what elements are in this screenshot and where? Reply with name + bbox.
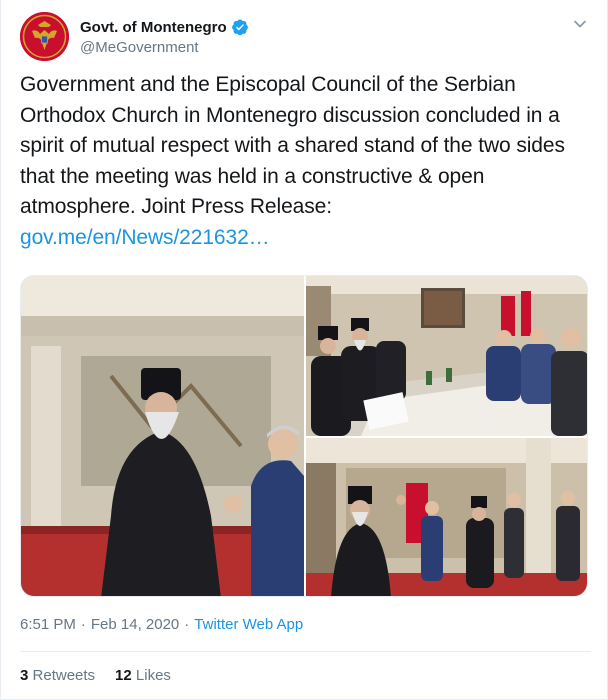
likes-count: 12 (115, 667, 132, 684)
meta-separator: · (80, 616, 86, 633)
tweet-text: Government and the Episcopal Council of … (20, 70, 595, 253)
coat-of-arms-icon (20, 12, 69, 61)
avatar[interactable] (20, 12, 69, 61)
chevron-down-icon[interactable] (570, 14, 590, 34)
retweets-stat[interactable]: 3 Retweets (20, 667, 95, 684)
tweet-card: Govt. of Montenegro @MeGovernment Govern… (0, 0, 608, 700)
photo-handshake[interactable] (21, 276, 304, 596)
tweet-link[interactable]: gov.me/en/News/221632… (20, 223, 595, 254)
photo-meeting-table[interactable] (306, 276, 587, 436)
likes-label: Likes (135, 667, 171, 684)
display-name[interactable]: Govt. of Montenegro (80, 19, 227, 36)
likes-stat[interactable]: 12 Likes (115, 667, 171, 684)
verified-badge-icon (231, 19, 248, 36)
retweets-label: Retweets (32, 667, 96, 684)
retweets-count: 3 (20, 667, 29, 684)
account-handle[interactable]: @MeGovernment (80, 39, 249, 56)
tweet-meta: 6:51 PM · Feb 14, 2020 · Twitter Web App (20, 616, 303, 633)
media-grid (20, 275, 588, 597)
tweet-header: Govt. of Montenegro @MeGovernment (20, 12, 590, 62)
tweet-date[interactable]: Feb 14, 2020 (91, 616, 179, 633)
tweet-source[interactable]: Twitter Web App (194, 616, 303, 633)
tweet-stats: 3 Retweets 12 Likes (20, 667, 191, 684)
meta-separator: · (184, 616, 190, 633)
divider (20, 651, 591, 652)
account-names: Govt. of Montenegro @MeGovernment (80, 16, 249, 56)
tweet-time[interactable]: 6:51 PM (20, 616, 76, 633)
photo-standing-group[interactable] (306, 438, 587, 596)
tweet-body: Government and the Episcopal Council of … (20, 73, 565, 218)
